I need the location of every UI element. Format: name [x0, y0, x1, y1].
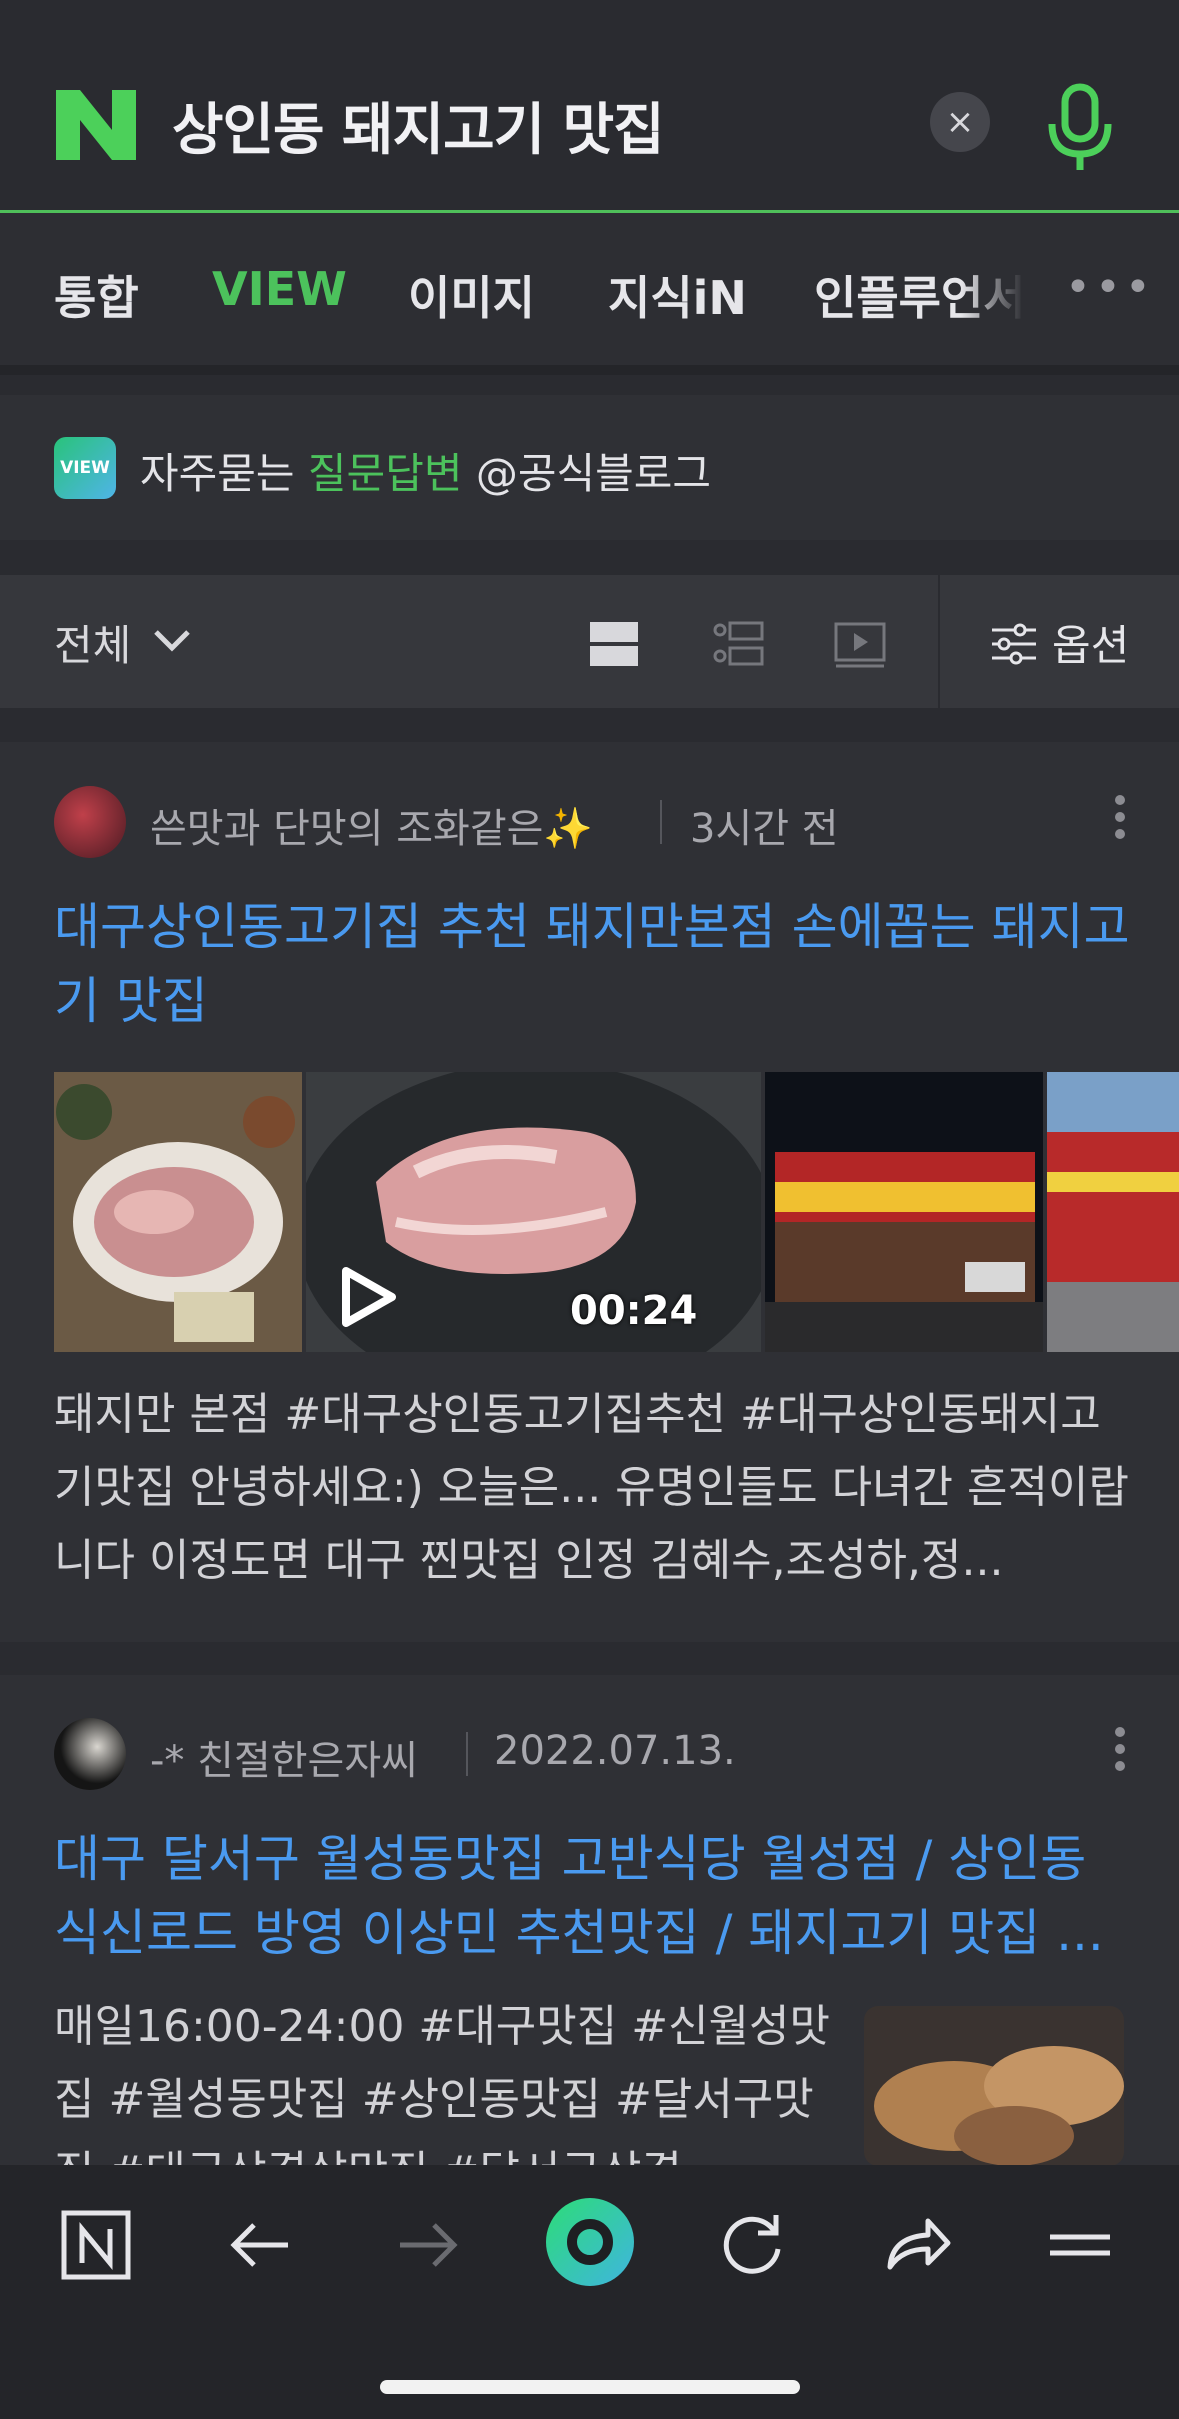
- refresh-icon[interactable]: [712, 2205, 792, 2285]
- clear-search-button[interactable]: ×: [930, 92, 990, 152]
- view-badge-icon: VIEW: [54, 437, 116, 499]
- post-time: 3시간 전: [690, 806, 839, 852]
- avatar[interactable]: [54, 1718, 126, 1790]
- thumbnail-image[interactable]: [54, 1072, 302, 1352]
- result-title[interactable]: 대구상인동고기집 추천 돼지만본점 손에꼽는 돼지고기 맛집: [54, 890, 1134, 1038]
- kebab-menu-icon[interactable]: [1114, 794, 1126, 840]
- divider: [660, 800, 662, 844]
- tab-view[interactable]: VIEW: [212, 262, 347, 316]
- chevron-down-icon[interactable]: [152, 626, 192, 656]
- tab-knowledge-in[interactable]: 지식iN: [608, 262, 747, 328]
- tab-integrated[interactable]: 통합: [54, 262, 139, 328]
- faq-text[interactable]: 자주묻는 질문답변 @공식블로그: [140, 440, 711, 501]
- post-time: 2022.07.13.: [494, 1728, 736, 1774]
- naver-home-icon[interactable]: [56, 2205, 136, 2285]
- back-arrow-icon[interactable]: [222, 2205, 302, 2285]
- faq-highlight: 질문답변: [307, 449, 463, 498]
- tab-influencer[interactable]: 인플루언서: [814, 262, 1024, 328]
- thumbnail-image[interactable]: [1047, 1072, 1179, 1352]
- kebab-menu-icon[interactable]: [1114, 1726, 1126, 1772]
- options-button[interactable]: 옵션: [1052, 612, 1129, 673]
- home-indicator[interactable]: [380, 2380, 800, 2394]
- play-icon[interactable]: [338, 1265, 398, 1329]
- faq-prefix: 자주묻는: [140, 449, 308, 498]
- green-dot-icon[interactable]: [544, 2196, 636, 2288]
- microphone-icon[interactable]: [1040, 82, 1120, 172]
- thumbnail-image[interactable]: [765, 1072, 1043, 1352]
- more-tabs-icon[interactable]: •••: [1065, 262, 1155, 313]
- tab-images[interactable]: 이미지: [408, 262, 535, 328]
- divider: [938, 575, 940, 708]
- share-icon[interactable]: [878, 2205, 958, 2285]
- video-duration: 00:24: [570, 1288, 698, 1334]
- naver-logo-icon[interactable]: [56, 90, 136, 160]
- card-view-icon[interactable]: [712, 620, 764, 668]
- author-name[interactable]: -* 친절한은자씨: [150, 1728, 418, 1786]
- forward-arrow-icon: [400, 2223, 458, 2267]
- divider: [466, 1732, 468, 1776]
- author-name[interactable]: 쓴맛과 단맛의 조화같은✨: [150, 796, 593, 854]
- avatar[interactable]: [54, 786, 126, 858]
- faq-suffix: @공식블로그: [462, 449, 712, 498]
- thumbnail-image[interactable]: [864, 2006, 1124, 2166]
- result-title[interactable]: 대구 달서구 월성동맛집 고반식당 월성점 / 상인동 식신로드 방영 이상민 …: [54, 1822, 1134, 1970]
- sliders-icon[interactable]: [990, 622, 1038, 666]
- search-input[interactable]: 상인동 돼지고기 맛집: [172, 85, 665, 166]
- filter-all-dropdown[interactable]: 전체: [54, 612, 131, 673]
- list-view-icon[interactable]: [588, 620, 640, 668]
- result-snippet[interactable]: 매일16:00-24:00 #대구맛집 #신월성맛집 #월성동맛집 #상인동맛집…: [54, 1990, 844, 2165]
- hamburger-menu-icon[interactable]: [1040, 2205, 1120, 2285]
- result-snippet[interactable]: 돼지만 본점 #대구상인동고기집추천 #대구상인동돼지고기맛집 안녕하세요:) …: [54, 1378, 1134, 1597]
- video-view-icon[interactable]: [834, 620, 886, 668]
